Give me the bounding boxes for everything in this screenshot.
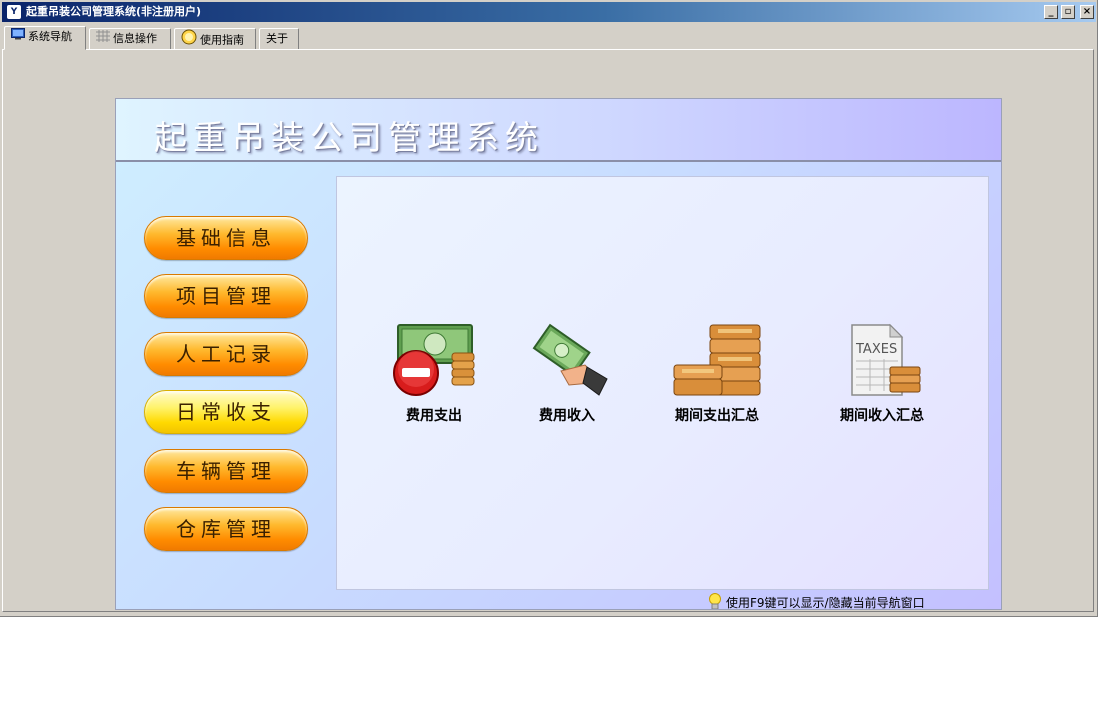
tab-label: 使用指南 bbox=[200, 33, 244, 47]
money-minus-icon bbox=[393, 324, 475, 396]
nav-project-management-button[interactable]: 项目管理 bbox=[144, 274, 308, 318]
feature-label: 费用收入 bbox=[539, 408, 595, 424]
panel-title: 起重吊装公司管理系统 bbox=[154, 118, 544, 157]
main-window: Y 起重吊装公司管理系统(非注册用户) _ ▫ × 系统导航 信息操作 使用指南… bbox=[0, 0, 1098, 617]
tab-about[interactable]: 关于 bbox=[259, 28, 299, 50]
coin-stacks-icon bbox=[673, 324, 761, 396]
close-button[interactable]: × bbox=[1080, 5, 1094, 19]
nav-labor-records-button[interactable]: 人工记录 bbox=[144, 332, 308, 376]
window-title: 起重吊装公司管理系统(非注册用户) bbox=[26, 5, 202, 18]
grid-icon bbox=[96, 29, 110, 49]
tab-label: 关于 bbox=[266, 32, 288, 45]
hint-bar: 使用F9键可以显示/隐藏当前导航窗口 bbox=[708, 593, 925, 610]
taxes-text: TAXES bbox=[855, 342, 897, 357]
nav-basic-info-button[interactable]: 基础信息 bbox=[144, 216, 308, 260]
panel-header: 起重吊装公司管理系统 bbox=[116, 99, 1001, 162]
period-expense-summary-feature[interactable]: 期间支出汇总 bbox=[657, 323, 777, 425]
period-income-summary-feature[interactable]: TAXES 期间收入汇总 bbox=[822, 323, 942, 425]
app-icon: Y bbox=[7, 5, 21, 19]
tab-bar: 系统导航 信息操作 使用指南 关于 bbox=[2, 26, 1096, 50]
tab-label: 系统导航 bbox=[28, 30, 72, 43]
feature-area: 费用支出 费用收入 期间支出汇总 TAXES 期间收入汇总 bbox=[336, 176, 989, 590]
nav-daily-income-expense-button[interactable]: 日常收支 bbox=[144, 390, 308, 434]
feature-label: 费用支出 bbox=[406, 408, 462, 424]
tab-user-guide[interactable]: 使用指南 bbox=[174, 28, 256, 50]
minimize-button[interactable]: _ bbox=[1044, 5, 1058, 19]
hint-text: 使用F9键可以显示/隐藏当前导航窗口 bbox=[726, 596, 925, 610]
restore-button[interactable]: ▫ bbox=[1061, 5, 1075, 19]
lightbulb-icon bbox=[708, 593, 722, 609]
tab-system-nav[interactable]: 系统导航 bbox=[4, 26, 86, 50]
navigation-panel: 起重吊装公司管理系统 基础信息 项目管理 人工记录 日常收支 车辆管理 仓库管理 bbox=[115, 98, 1002, 610]
income-feature[interactable]: 费用收入 bbox=[507, 323, 627, 425]
tab-info-ops[interactable]: 信息操作 bbox=[89, 28, 171, 50]
nav-warehouse-management-button[interactable]: 仓库管理 bbox=[144, 507, 308, 551]
money-hand-icon bbox=[532, 323, 608, 396]
feature-label: 期间收入汇总 bbox=[840, 408, 924, 424]
feature-label: 期间支出汇总 bbox=[675, 408, 759, 424]
taxes-document-icon: TAXES bbox=[851, 323, 921, 396]
title-bar[interactable]: Y 起重吊装公司管理系统(非注册用户) _ ▫ × bbox=[2, 2, 1096, 22]
expense-feature[interactable]: 费用支出 bbox=[374, 323, 494, 425]
tab-label: 信息操作 bbox=[113, 32, 157, 45]
nav-vehicle-management-button[interactable]: 车辆管理 bbox=[144, 449, 308, 493]
monitor-icon bbox=[11, 27, 25, 47]
